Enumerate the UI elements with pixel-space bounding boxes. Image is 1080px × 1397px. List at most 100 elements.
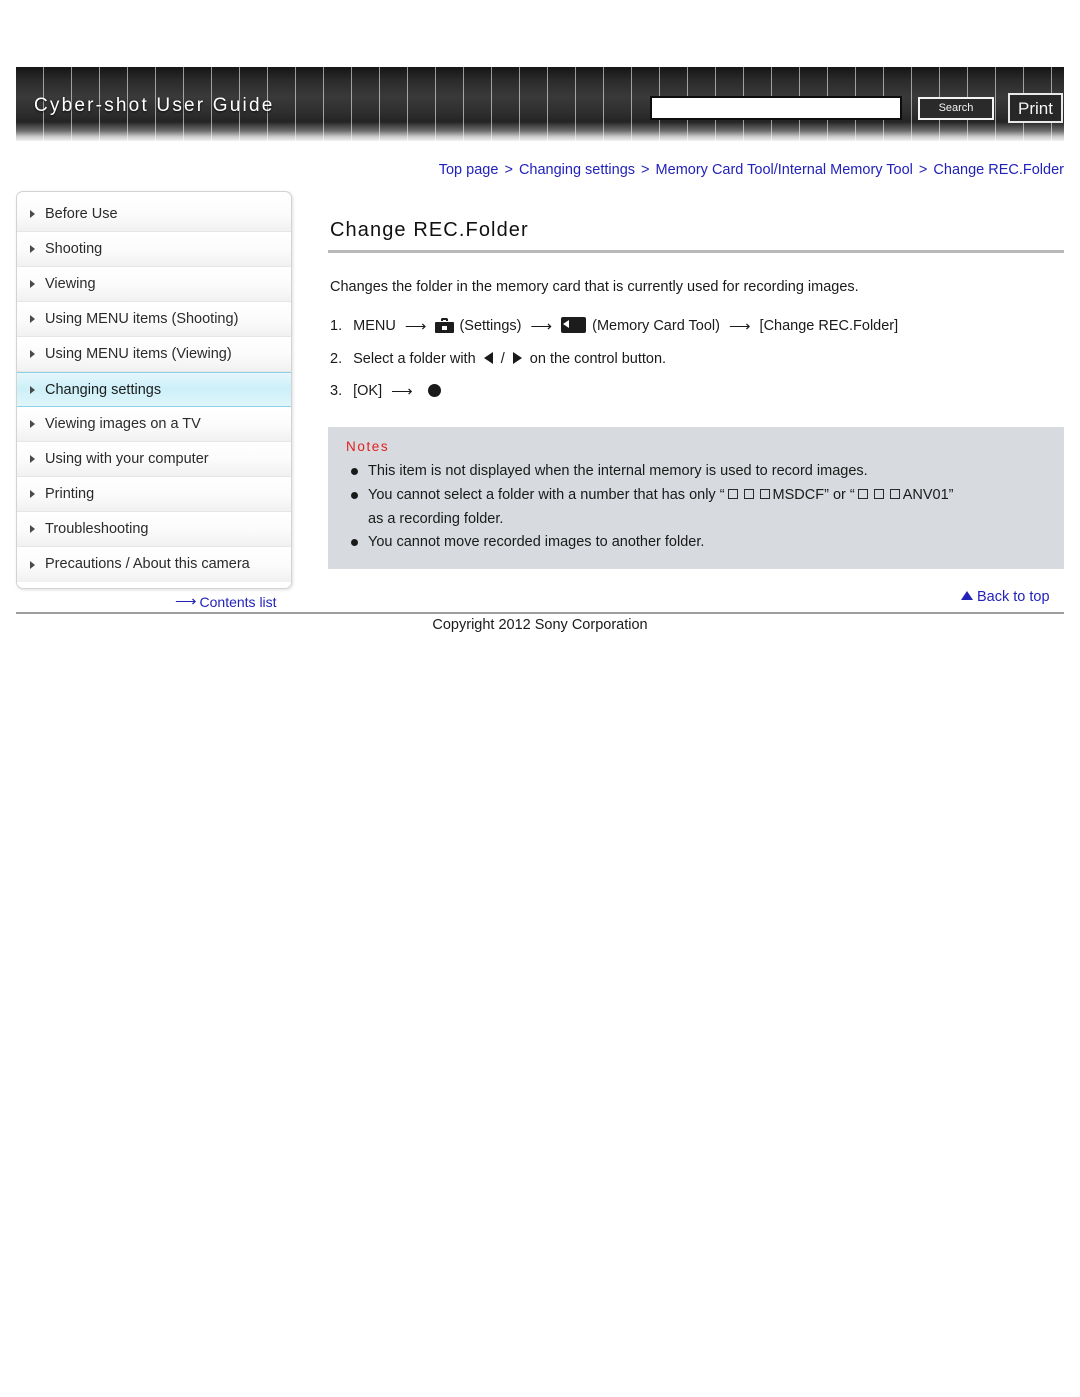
procedure-steps: 1. MENU ⟶ (Settings) ⟶ (Memory Card Tool… [330,313,1064,405]
sidebar-item-label: Before Use [45,206,118,222]
step-1-settings-label: (Settings) [459,318,522,334]
note-item: You cannot select a folder with a number… [346,484,1048,507]
breadcrumb: Top page > Changing settings > Memory Ca… [0,162,1064,178]
step-2-number: 2. [330,351,343,367]
search-input[interactable] [650,96,902,120]
step-1-target-label: [Change REC.Folder] [759,318,899,334]
placeholder-box-icon [857,489,868,499]
placeholder-box-icon [743,489,754,499]
arrow-right-icon: ⟶ [530,318,553,335]
note-item: This item is not displayed when the inte… [346,460,1048,483]
notes-box: Notes This item is not displayed when th… [328,427,1064,569]
breadcrumb-item-top-page[interactable]: Top page [439,162,499,178]
chevron-right-icon [30,490,35,498]
breadcrumb-item-changing-settings[interactable]: Changing settings [519,162,635,178]
note-item-text-part2: MSDCF” or “ [772,487,855,503]
arrow-right-icon: ⟶ [391,383,413,400]
sidebar-item-label: Precautions / About this camera [45,556,250,572]
breadcrumb-separator: > [504,162,513,178]
sidebar-item-viewing[interactable]: Viewing [17,267,291,302]
sidebar-item-viewing-images-on-a-tv[interactable]: Viewing images on a TV [17,407,291,442]
breadcrumb-separator: > [641,162,650,178]
contents-list-link[interactable]: ⟶ Contents list [175,592,277,610]
arrow-right-icon: ⟶ [404,318,427,335]
step-1-memcard-label: (Memory Card Tool) [592,318,720,334]
step-2-slash: / [500,351,505,367]
search-button[interactable]: Search [918,97,994,120]
note-item-text-part3: ANV01” [902,487,954,503]
placeholder-box-icon [873,489,884,499]
placeholder-box-icon [759,489,770,499]
placeholder-box-icon [889,489,900,499]
arrow-right-icon: ⟶ [175,593,197,610]
breadcrumb-item-memory-card-tool[interactable]: Memory Card Tool/Internal Memory Tool [656,162,913,178]
chevron-right-icon [30,385,35,394]
sidebar-item-label: Changing settings [45,382,162,398]
sidebar-item-troubleshooting[interactable]: Troubleshooting [17,512,291,547]
sidebar: Before Use Shooting Viewing Using MENU i… [16,191,292,589]
arrow-right-button-icon [512,352,522,364]
placeholder-box-icon [727,489,738,499]
notes-title: Notes [346,439,390,454]
breadcrumb-item-change-rec-folder[interactable]: Change REC.Folder [933,162,1064,178]
chevron-right-icon [30,350,35,358]
contents-list-label: Contents list [199,594,277,610]
step-3: 3. [OK] ⟶ [330,378,1064,405]
chevron-right-icon [30,525,35,533]
page-title: Change REC.Folder [330,219,529,241]
sidebar-item-precautions-about-this-camera[interactable]: Precautions / About this camera [17,547,291,582]
note-item-text-part1: You cannot select a folder with a number… [368,487,725,503]
intro-paragraph: Changes the folder in the memory card th… [330,279,859,295]
sidebar-item-using-with-your-computer[interactable]: Using with your computer [17,442,291,477]
step-3-ok-label: [OK] [353,383,383,399]
footer-divider [16,612,1064,614]
step-2-text-before: Select a folder with [353,351,476,367]
step-2: 2. Select a folder with / on the control… [330,346,1064,372]
note-item: You cannot move recorded images to anoth… [346,531,1048,554]
sidebar-item-label: Using MENU items (Viewing) [45,346,232,362]
note-item-continuation: as a recording folder. [368,511,504,527]
step-1-menu-label: MENU [353,318,396,334]
sidebar-item-shooting[interactable]: Shooting [17,232,291,267]
arrow-left-button-icon [483,352,493,364]
breadcrumb-separator: > [918,162,928,178]
chevron-right-icon [30,455,35,463]
sidebar-item-label: Troubleshooting [45,521,149,537]
triangle-up-icon [961,591,973,600]
print-button[interactable]: Print [1008,93,1063,123]
sidebar-item-using-menu-items-shooting[interactable]: Using MENU items (Shooting) [17,302,291,337]
chevron-right-icon [30,210,35,218]
header-banner: Cyber-shot User Guide Search Print [16,67,1064,141]
bullet-icon [351,492,358,499]
chevron-right-icon [30,560,35,569]
site-title: Cyber-shot User Guide [34,95,275,116]
copyright-text: Copyright 2012 Sony Corporation [432,617,648,633]
center-button-icon [427,384,441,397]
main-content: Change REC.Folder Changes the folder in … [328,219,1064,569]
bullet-icon [351,539,358,546]
chevron-right-icon [30,245,35,253]
bullet-icon [351,468,358,475]
title-divider [328,250,1064,253]
note-item-text: You cannot move recorded images to anoth… [368,534,705,550]
sidebar-item-label: Using with your computer [45,451,209,467]
step-2-text-after: on the control button. [529,351,667,367]
step-1: 1. MENU ⟶ (Settings) ⟶ (Memory Card Tool… [330,313,1064,340]
back-to-top-link[interactable]: Back to top [961,589,1050,605]
sidebar-item-label: Printing [45,486,95,502]
sidebar-item-label: Using MENU items (Shooting) [45,311,239,327]
step-3-number: 3. [330,383,343,399]
settings-toolbox-icon [435,318,455,333]
sidebar-item-changing-settings[interactable]: Changing settings [17,372,291,407]
arrow-right-icon: ⟶ [729,318,751,335]
chevron-right-icon [30,315,35,323]
sidebar-item-label: Shooting [45,241,103,257]
sidebar-item-label: Viewing [45,276,96,292]
sidebar-item-before-use[interactable]: Before Use [17,197,291,232]
step-1-number: 1. [330,318,343,334]
chevron-right-icon [30,420,35,428]
sidebar-item-printing[interactable]: Printing [17,477,291,512]
sidebar-item-using-menu-items-viewing[interactable]: Using MENU items (Viewing) [17,337,291,372]
chevron-right-icon [30,280,35,288]
note-item-text: This item is not displayed when the inte… [368,463,868,479]
